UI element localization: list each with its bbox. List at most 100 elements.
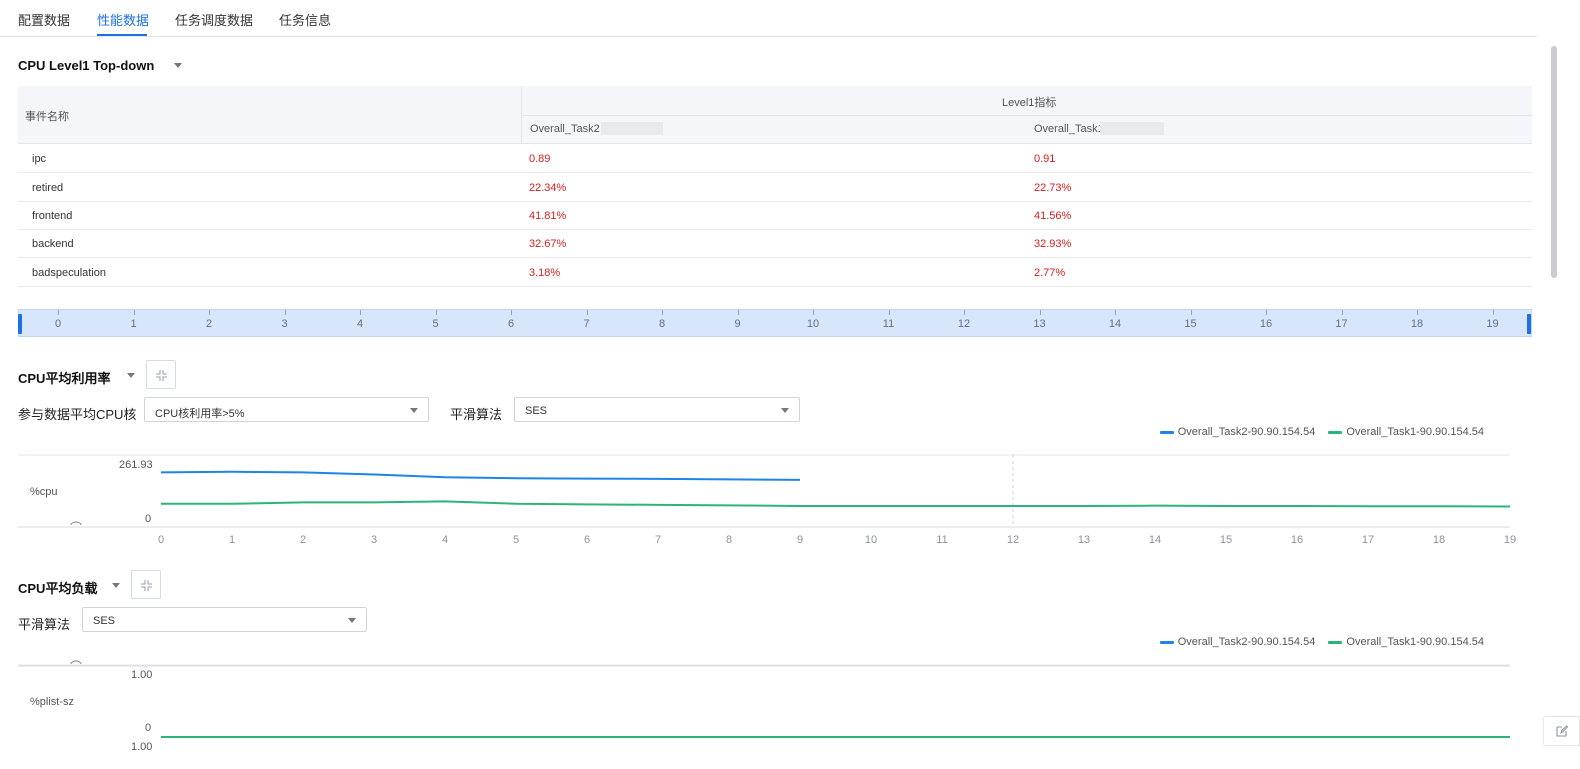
x-tick-label: 18 — [1433, 534, 1445, 546]
timeline-range-slider[interactable]: 0 1 2 3 4 5 6 7 8 9 10 11 12 13 14 15 16 17 18 19 — [18, 309, 1532, 337]
load-smooth-algo-select[interactable]: SES — [82, 607, 367, 632]
table-row: retired 22.34% 22.73% — [18, 173, 1532, 202]
timeline-tick — [1492, 310, 1494, 315]
cpu-load-legend: Overall_Task2-90.90.154.54 Overall_Task1… — [1150, 636, 1484, 648]
legend-item-task1[interactable]: Overall_Task1-90.90.154.54 — [1328, 636, 1484, 648]
row-task2-value: 41.81% — [529, 210, 567, 222]
timeline-tick — [1341, 310, 1343, 315]
x-tick-label: 17 — [1362, 534, 1374, 546]
timeline-tick-label: 11 — [882, 318, 895, 330]
load-smooth-algo-select-value: SES — [93, 615, 116, 627]
legend-item-task1[interactable]: Overall_Task1-90.90.154.54 — [1328, 426, 1484, 438]
row-event-name: frontend — [32, 210, 73, 222]
smooth-algo-label: 平滑算法 — [450, 407, 503, 422]
timeline-tick — [435, 310, 437, 315]
col-task2: Overall_Task2 — [530, 123, 600, 135]
timeline-start-handle[interactable] — [18, 314, 22, 334]
timeline-tick-label: 5 — [432, 318, 439, 330]
series-line-task2 — [160, 470, 801, 481]
tab-performance-data[interactable]: 性能数据 — [97, 10, 149, 29]
timeline-tick-label: 7 — [583, 318, 590, 330]
topdown-section-title: CPU Level1 Top-down — [18, 58, 155, 73]
timeline-tick — [1115, 310, 1116, 315]
timeline-tick-label: 18 — [1410, 318, 1424, 330]
timeline-tick-label: 14 — [1108, 318, 1122, 330]
timeline-tick — [813, 310, 814, 315]
timeline-tick-label: 0 — [54, 318, 62, 330]
timeline-tick — [209, 310, 210, 315]
edit-icon — [1556, 725, 1569, 737]
page-scrollbar[interactable] — [1551, 46, 1557, 278]
shrink-icon — [141, 580, 152, 591]
chevron-down-icon — [410, 408, 418, 413]
feedback-button[interactable] — [1543, 716, 1580, 746]
timeline-tick — [1417, 310, 1418, 315]
x-tick-label: 9 — [797, 534, 803, 546]
row-event-name: ipc — [32, 153, 47, 165]
row-task2-value: 22.34% — [529, 182, 567, 194]
tab-task-info[interactable]: 任务信息 — [279, 10, 331, 29]
timeline-tick-label: 6 — [507, 318, 515, 330]
timeline-tick — [284, 310, 286, 315]
x-tick-label: 10 — [865, 534, 877, 546]
axis-origin-marker — [70, 660, 82, 665]
timeline-tick-label: 13 — [1033, 318, 1046, 330]
legend-item-task2[interactable]: Overall_Task2-90.90.154.54 — [1159, 636, 1316, 648]
x-tick-label: 4 — [442, 534, 448, 546]
timeline-tick-label: 1 — [130, 318, 137, 330]
cpu-util-collapse-caret[interactable] — [127, 373, 135, 378]
chevron-down-icon — [348, 618, 356, 623]
x-tick-label: 2 — [300, 534, 306, 546]
x-tick-label: 16 — [1291, 534, 1303, 546]
x-tick-label: 8 — [726, 534, 732, 546]
timeline-tick-label: 10 — [806, 318, 820, 330]
row-task1-value: 2.77% — [1034, 267, 1066, 279]
topdown-collapse-caret[interactable] — [174, 63, 182, 68]
cpu-load-zoom-reset-button[interactable] — [131, 570, 161, 599]
axis-origin-marker — [70, 521, 82, 526]
row-event-name: backend — [32, 238, 74, 250]
legend-label: Overall_Task2-90.90.154.54 — [1177, 426, 1316, 438]
row-task2-value: 3.18% — [529, 267, 561, 279]
cpu-load-plot — [18, 660, 1510, 738]
timeline-tick-label: 19 — [1486, 318, 1499, 330]
cpu-load-collapse-caret[interactable] — [112, 583, 120, 588]
timeline-tick — [1039, 310, 1041, 315]
timeline-tick-label: 8 — [658, 318, 666, 330]
row-event-name: badspeculation — [32, 267, 107, 279]
tab-config-data[interactable]: 配置数据 — [18, 10, 70, 29]
cpu-util-legend: Overall_Task2-90.90.154.54 Overall_Task1… — [1150, 426, 1484, 438]
chevron-down-icon — [781, 408, 789, 413]
timeline-tick-label: 3 — [281, 318, 288, 330]
timeline-tick — [511, 310, 512, 315]
timeline-tick — [888, 310, 890, 315]
cpu-util-zoom-reset-button[interactable] — [146, 360, 176, 389]
timeline-tick-label: 2 — [205, 318, 213, 330]
timeline-tick-label: 17 — [1335, 318, 1348, 330]
x-tick-label: 11 — [936, 534, 947, 546]
col-event-name: 事件名称 — [25, 111, 69, 123]
cpu-core-label: 参与数据平均CPU核 — [18, 407, 137, 422]
table-row: backend 32.67% 32.93% — [18, 229, 1532, 258]
legend-label: Overall_Task2-90.90.154.54 — [1177, 636, 1316, 648]
cpu-load-section-title: CPU平均负载 — [18, 581, 98, 596]
col-task1: Overall_Task1 — [1034, 123, 1104, 135]
timeline-tick — [1266, 310, 1267, 315]
cpu-core-select[interactable]: CPU核利用率>5% — [144, 397, 429, 422]
tab-task-scheduling-data[interactable]: 任务调度数据 — [175, 10, 253, 29]
row-task1-value: 32.93% — [1034, 238, 1072, 250]
timeline-tick-label: 16 — [1259, 318, 1273, 330]
row-task1-value: 0.91 — [1034, 153, 1056, 165]
x-tick-label: 6 — [584, 534, 590, 546]
cpu-util-plot: 0 1 2 3 4 5 6 7 8 9 10 11 12 13 14 15 16 17 18 19 — [18, 454, 1516, 546]
legend-item-task2[interactable]: Overall_Task2-90.90.154.54 — [1159, 426, 1316, 438]
x-tick-label: 15 — [1220, 534, 1232, 546]
redacted-ip — [601, 122, 663, 135]
timeline-tick — [58, 310, 59, 315]
smooth-algo-select[interactable]: SES — [514, 397, 800, 422]
row-task1-value: 22.73% — [1034, 182, 1072, 194]
x-tick-label: 0 — [158, 534, 164, 546]
timeline-end-handle[interactable] — [1527, 314, 1531, 334]
x-tick-label: 7 — [655, 534, 661, 546]
timeline-tick — [737, 310, 739, 315]
